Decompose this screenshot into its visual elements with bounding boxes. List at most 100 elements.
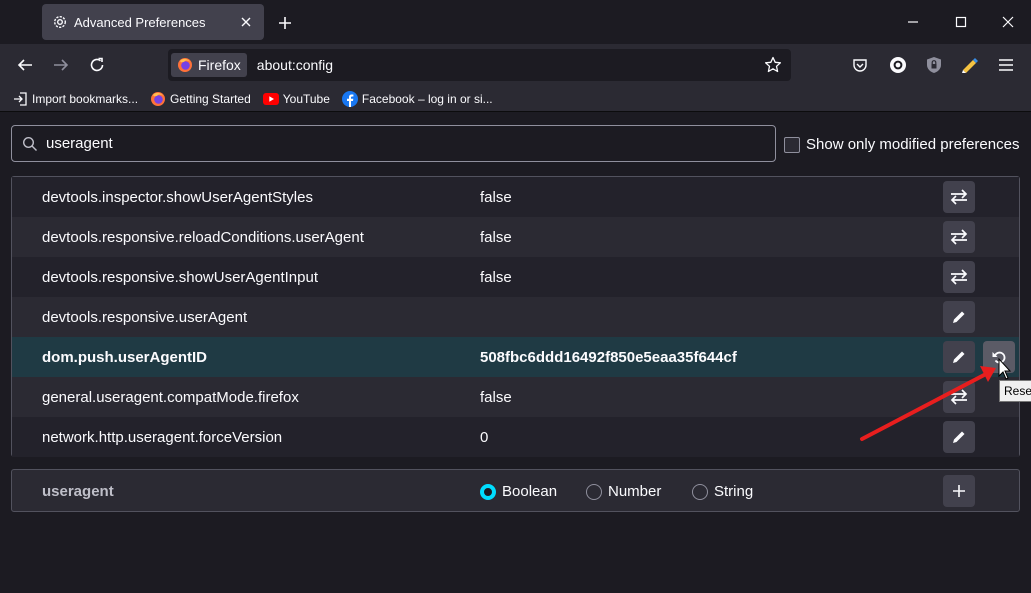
bookmarks-toolbar: Import bookmarks... Getting Started YouT… xyxy=(0,86,1031,112)
bookmark-label: Facebook – log in or si... xyxy=(361,91,493,106)
identity-box[interactable]: Firefox xyxy=(171,53,247,77)
close-window-button[interactable] xyxy=(994,8,1022,36)
radio-boolean[interactable]: Boolean xyxy=(480,483,557,500)
pref-value: false xyxy=(480,268,512,286)
radio-string[interactable]: String xyxy=(692,483,753,500)
tab-advanced-preferences[interactable]: Advanced Preferences xyxy=(42,4,264,40)
pref-row-selected[interactable]: dom.push.userAgentID 508fbc6ddd16492f850… xyxy=(12,337,1019,377)
bookmark-youtube[interactable]: YouTube xyxy=(262,88,330,110)
toggle-arrows-icon xyxy=(950,389,968,405)
maximize-button[interactable] xyxy=(947,8,975,36)
tab-strip: Advanced Preferences xyxy=(0,0,1031,44)
pref-value: 508fbc6ddd16492f850e5eaa35f644cf xyxy=(480,348,737,366)
url-bar[interactable]: Firefox about:config xyxy=(168,49,791,81)
forward-button[interactable] xyxy=(47,51,75,79)
maximize-icon xyxy=(955,16,967,28)
pref-row[interactable]: devtools.responsive.showUserAgentInput f… xyxy=(12,257,1019,297)
pocket-button[interactable] xyxy=(846,51,874,79)
undo-icon xyxy=(992,351,1006,364)
new-tab-button[interactable] xyxy=(272,10,298,36)
pencil-icon xyxy=(953,351,965,363)
account-button[interactable] xyxy=(884,51,912,79)
radio-dot[interactable] xyxy=(692,483,708,500)
search-icon xyxy=(22,136,37,151)
toggle-button[interactable] xyxy=(943,181,975,213)
tab-title: Advanced Preferences xyxy=(74,14,206,30)
toggle-button[interactable] xyxy=(943,221,975,253)
bookmark-import[interactable]: Import bookmarks... xyxy=(12,88,138,110)
show-modified-label: Show only modified preferences xyxy=(806,136,1020,153)
pref-row[interactable]: general.useragent.compatMode.firefox fal… xyxy=(12,377,1019,417)
toggle-button[interactable] xyxy=(943,261,975,293)
app-menu-button[interactable] xyxy=(992,51,1020,79)
bookmark-getting-started[interactable]: Getting Started xyxy=(150,88,251,110)
pref-name: devtools.responsive.showUserAgentInput xyxy=(42,268,318,286)
bookmark-facebook[interactable]: Facebook – log in or si... xyxy=(341,88,493,110)
bookmark-label: YouTube xyxy=(282,91,330,106)
pocket-icon xyxy=(853,59,867,72)
pref-name: general.useragent.compatMode.firefox xyxy=(42,388,299,406)
pref-name: devtools.inspector.showUserAgentStyles xyxy=(42,188,313,206)
pref-value: false xyxy=(480,388,512,406)
extension-button[interactable] xyxy=(956,51,984,79)
gear-icon xyxy=(53,15,67,29)
arrow-right-icon xyxy=(54,59,69,71)
checkbox[interactable] xyxy=(784,136,800,153)
reset-button[interactable] xyxy=(983,341,1015,373)
pref-value: 0 xyxy=(480,428,489,446)
edit-button[interactable] xyxy=(943,421,975,453)
url-text[interactable]: about:config xyxy=(257,57,761,73)
toggle-arrows-icon xyxy=(950,189,968,205)
pref-name: devtools.responsive.userAgent xyxy=(42,308,248,326)
radio-dot[interactable] xyxy=(480,483,496,500)
pref-value: false xyxy=(480,188,512,206)
pref-name: network.http.useragent.forceVersion xyxy=(42,428,283,446)
minimize-icon xyxy=(908,21,918,23)
import-icon xyxy=(12,91,28,107)
back-button[interactable] xyxy=(11,51,39,79)
facebook-icon xyxy=(341,90,358,107)
pref-row[interactable]: devtools.responsive.userAgent xyxy=(12,297,1019,337)
firefox-icon xyxy=(150,91,166,107)
tab-close-icon[interactable] xyxy=(234,10,258,34)
preference-search-box[interactable] xyxy=(11,125,776,162)
search-input[interactable] xyxy=(46,135,775,152)
pref-name: devtools.responsive.reloadConditions.use… xyxy=(42,228,364,246)
pencil-extension-icon xyxy=(962,58,978,73)
shield-extension-button[interactable] xyxy=(920,51,948,79)
radio-label: Boolean xyxy=(502,483,558,500)
bookmark-label: Import bookmarks... xyxy=(32,91,139,106)
radio-dot[interactable] xyxy=(586,483,602,500)
pref-value: false xyxy=(480,228,512,246)
plus-icon xyxy=(279,17,291,29)
edit-button[interactable] xyxy=(943,341,975,373)
radio-label: String xyxy=(714,483,754,500)
toggle-arrows-icon xyxy=(950,229,968,245)
pencil-icon xyxy=(953,431,965,443)
pref-row[interactable]: devtools.responsive.reloadConditions.use… xyxy=(12,217,1019,257)
add-pref-button[interactable] xyxy=(943,475,975,507)
radio-label: Number xyxy=(608,483,662,500)
new-pref-row: useragent Boolean Number String xyxy=(11,469,1020,512)
edit-button[interactable] xyxy=(943,301,975,333)
new-pref-name: useragent xyxy=(42,483,114,500)
shield-icon xyxy=(927,57,941,73)
toggle-button[interactable] xyxy=(943,381,975,413)
pencil-icon xyxy=(953,311,965,323)
radio-number[interactable]: Number xyxy=(586,483,661,500)
hamburger-menu-icon xyxy=(999,59,1013,71)
arrow-left-icon xyxy=(17,59,32,71)
minimize-button[interactable] xyxy=(899,8,927,36)
account-icon xyxy=(890,57,906,73)
reset-tooltip: Reset xyxy=(999,380,1031,402)
pref-name: dom.push.userAgentID xyxy=(42,348,208,366)
reload-icon xyxy=(90,57,104,72)
bookmark-star-icon[interactable] xyxy=(761,53,785,77)
plus-icon xyxy=(953,485,965,497)
reload-button[interactable] xyxy=(83,51,111,79)
pref-row[interactable]: network.http.useragent.forceVersion 0 xyxy=(12,417,1019,457)
pref-row[interactable]: devtools.inspector.showUserAgentStyles f… xyxy=(12,177,1019,217)
show-modified-checkbox[interactable]: Show only modified preferences xyxy=(784,136,1019,153)
firefox-icon xyxy=(178,58,192,72)
navigation-toolbar: Firefox about:config xyxy=(0,44,1031,86)
